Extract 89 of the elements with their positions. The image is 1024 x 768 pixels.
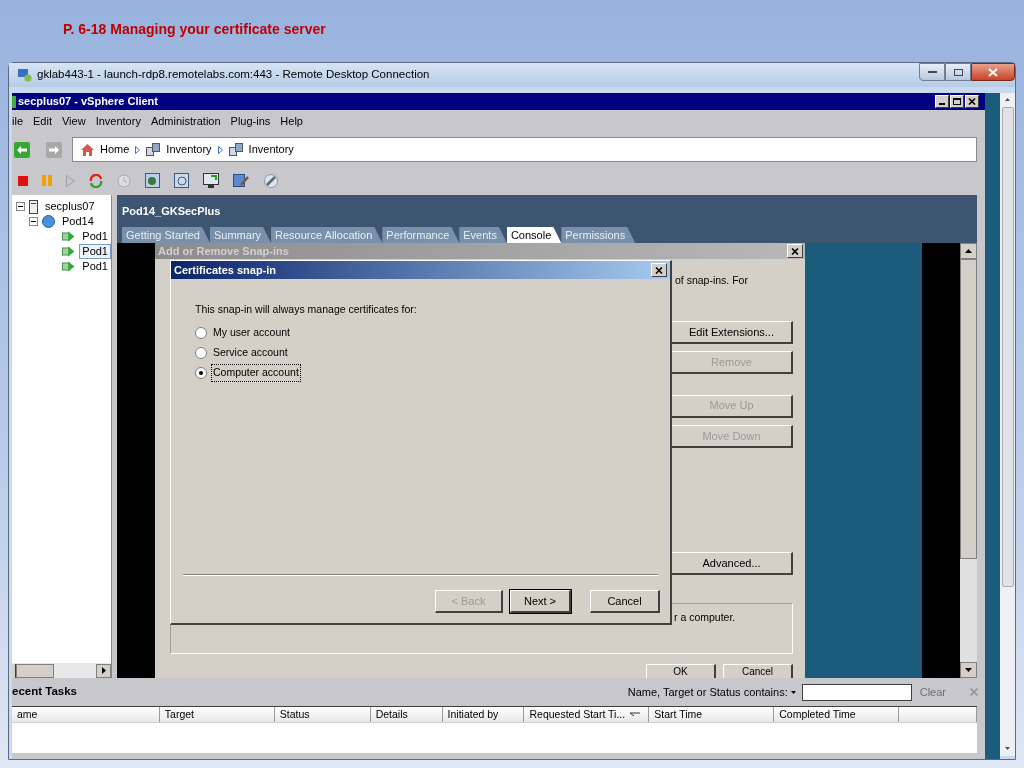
collapse-icon[interactable]: [29, 217, 38, 226]
radio-button[interactable]: [195, 346, 207, 359]
filter-field[interactable]: [801, 683, 912, 701]
breadcrumb-link[interactable]: Home: [100, 141, 130, 158]
tree-item[interactable]: Pod1: [79, 229, 111, 244]
radio-button[interactable]: [195, 366, 207, 379]
tree-item[interactable]: secplus07: [42, 199, 98, 214]
column-header[interactable]: Completed Time: [774, 707, 900, 722]
menu-item[interactable]: Inventory: [95, 113, 141, 130]
tree-item[interactable]: Pod14: [59, 214, 97, 229]
slide-title: P. 6-18 Managing your certificate server: [63, 21, 326, 37]
minimize-button[interactable]: [919, 63, 945, 81]
up-triangle-icon: [965, 249, 972, 253]
scroll-left-button[interactable]: [12, 663, 16, 678]
column-header[interactable]: Start Time: [649, 707, 775, 722]
column-header[interactable]: Details: [370, 707, 443, 722]
sort-arrow-icon: [629, 712, 642, 717]
tree-item[interactable]: Pod1: [79, 244, 111, 259]
radio-label[interactable]: My user account: [212, 324, 292, 341]
chevron-icon: [217, 145, 223, 154]
prompt-text: This snap-in will always manage certificates for:: [195, 302, 418, 317]
radio-button[interactable]: [195, 326, 207, 339]
tree-item[interactable]: Pod1: [79, 259, 111, 274]
remote-desktop-icon: [17, 68, 33, 82]
tab[interactable]: Console: [506, 227, 562, 243]
column-header[interactable]: Status: [274, 707, 371, 722]
dialog-button[interactable]: Cancel: [590, 590, 660, 613]
stop-icon[interactable]: [18, 175, 28, 186]
scroll-down-button[interactable]: [960, 662, 977, 678]
down-triangle-icon[interactable]: [1005, 747, 1010, 750]
close-icon: [791, 247, 799, 255]
close-icon: [988, 67, 998, 77]
filter-dropdown[interactable]: Name, Target or Status contains:: [627, 683, 796, 701]
column-header[interactable]: Initiated by: [442, 707, 525, 722]
menu-item[interactable]: View: [62, 113, 86, 130]
dialog-button[interactable]: Cancel: [723, 664, 793, 678]
maximize-button[interactable]: [945, 63, 971, 81]
menu-item[interactable]: ile: [12, 113, 23, 130]
radio-label[interactable]: Computer account: [212, 364, 300, 381]
close-icon: [968, 98, 976, 105]
dialog-title: Add or Remove Snap-ins: [158, 243, 289, 259]
right-triangle-icon: [101, 667, 106, 674]
refresh-icon[interactable]: [89, 173, 103, 188]
vm-icon: [62, 260, 76, 273]
window-title: gklab443-1 - launch-rdp8.remotelabs.com:443 - Remote Desktop Connection: [37, 67, 430, 83]
vm-icon: [62, 230, 76, 243]
scroll-right-button[interactable]: [96, 663, 111, 678]
close-button[interactable]: [971, 63, 1015, 81]
breadcrumb-link[interactable]: Inventory: [248, 141, 294, 158]
globe-icon: [42, 215, 55, 228]
back-button[interactable]: [14, 141, 30, 158]
scrollbar-thumb[interactable]: [16, 663, 54, 678]
panel-title: ecent Tasks: [12, 684, 77, 700]
radio-label[interactable]: Service account: [212, 344, 289, 361]
column-header[interactable]: Target: [159, 707, 275, 722]
column-header[interactable]: ame: [12, 707, 160, 722]
dialog-button[interactable]: Next >: [510, 590, 571, 613]
scrollbar-thumb[interactable]: [960, 259, 977, 559]
dialog-button[interactable]: Edit Extensions...: [671, 321, 793, 344]
scroll-up-button[interactable]: [960, 243, 977, 259]
edit-icon[interactable]: [233, 173, 249, 188]
left-arrow-icon: [17, 145, 27, 154]
scrollbar-thumb[interactable]: [1001, 107, 1014, 587]
instruction-text: of snap-ins. For: [675, 273, 749, 288]
inventory-icon: [228, 143, 243, 156]
breadcrumb-link[interactable]: Inventory: [166, 141, 212, 158]
object-title: Pod14_GKSecPlus: [122, 204, 222, 219]
menu-item[interactable]: Edit: [33, 113, 52, 130]
up-triangle-icon[interactable]: [1005, 98, 1010, 101]
home-icon: [81, 143, 94, 156]
menu-item[interactable]: Help: [280, 113, 303, 130]
description-text: r a computer.: [674, 610, 737, 625]
chevron-icon: [135, 145, 141, 154]
menu-item[interactable]: Administration: [150, 113, 221, 130]
dialog-button[interactable]: Advanced...: [671, 552, 793, 575]
server-icon: [29, 199, 38, 214]
down-triangle-icon: [965, 668, 972, 672]
right-arrow-icon: [49, 145, 59, 154]
monitor-icon[interactable]: [203, 173, 219, 188]
vm-icon: [62, 245, 76, 258]
menu-item[interactable]: Plug-ins: [230, 113, 271, 130]
dialog-title: Certificates snap-in: [174, 262, 277, 278]
window-title: secplus07 - vSphere Client: [18, 94, 158, 110]
close-icon: [655, 266, 663, 274]
inventory-icon: [146, 143, 161, 156]
caret-icon: [790, 690, 796, 694]
dialog-button[interactable]: OK: [646, 664, 716, 678]
collapse-icon[interactable]: [16, 202, 25, 211]
column-header[interactable]: Requested Start Ti...: [524, 707, 650, 722]
